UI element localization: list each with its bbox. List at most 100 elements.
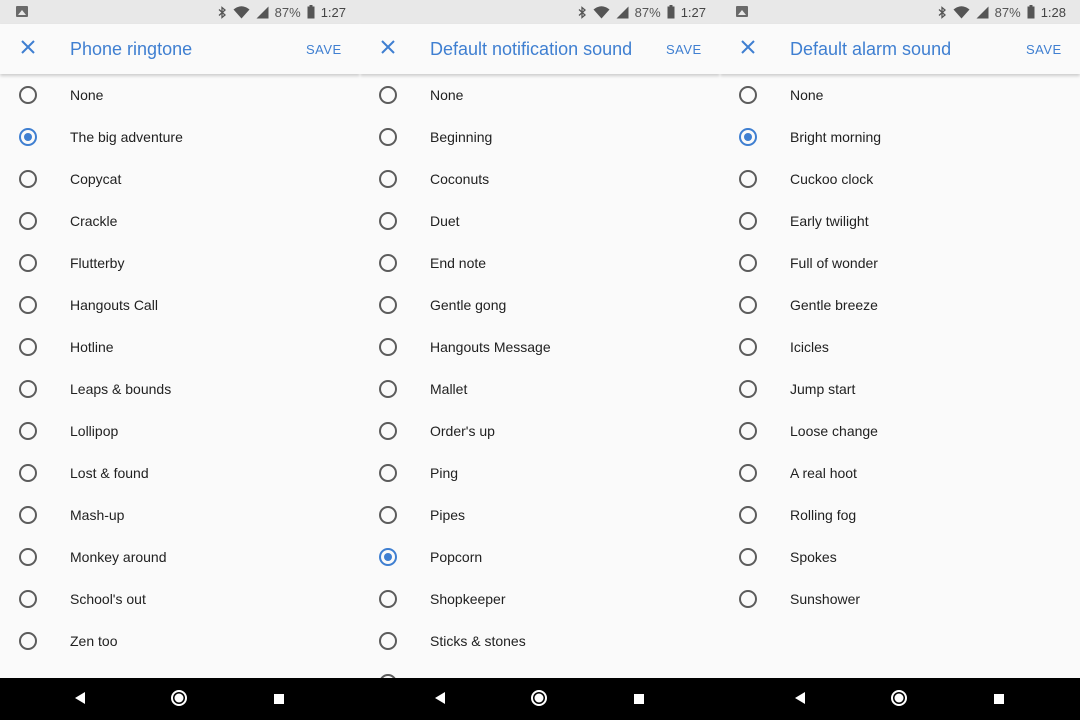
radio-button[interactable] bbox=[19, 506, 37, 524]
list-item[interactable]: Gentle gong bbox=[360, 284, 720, 326]
recents-icon[interactable] bbox=[994, 694, 1004, 704]
list-item[interactable]: Lollipop bbox=[0, 410, 360, 452]
list-item[interactable]: Duet bbox=[360, 200, 720, 242]
list-item[interactable]: Monkey around bbox=[0, 536, 360, 578]
radio-button[interactable] bbox=[19, 422, 37, 440]
radio-button[interactable] bbox=[19, 212, 37, 230]
list-item-label: Lost & found bbox=[70, 465, 149, 481]
list-item[interactable]: Flutterby bbox=[0, 242, 360, 284]
radio-button[interactable] bbox=[739, 254, 757, 272]
back-icon[interactable] bbox=[434, 691, 446, 710]
radio-button[interactable] bbox=[379, 338, 397, 356]
list-item[interactable]: Lost & found bbox=[0, 452, 360, 494]
list-item[interactable] bbox=[360, 662, 720, 678]
recents-icon[interactable] bbox=[634, 694, 644, 704]
list-item[interactable]: Early twilight bbox=[720, 200, 1080, 242]
list-item[interactable]: Copycat bbox=[0, 158, 360, 200]
radio-button[interactable] bbox=[19, 296, 37, 314]
radio-button[interactable] bbox=[19, 380, 37, 398]
radio-button[interactable] bbox=[739, 506, 757, 524]
radio-button-selected[interactable] bbox=[379, 548, 397, 566]
list-item[interactable]: Sunshower bbox=[720, 578, 1080, 620]
radio-button[interactable] bbox=[19, 338, 37, 356]
list-item[interactable]: Order's up bbox=[360, 410, 720, 452]
list-item[interactable]: Mallet bbox=[360, 368, 720, 410]
radio-button-selected[interactable] bbox=[19, 128, 37, 146]
list-item[interactable]: Jump start bbox=[720, 368, 1080, 410]
list-item[interactable]: Spokes bbox=[720, 536, 1080, 578]
save-button[interactable]: SAVE bbox=[1026, 42, 1080, 57]
list-item[interactable]: Hangouts Call bbox=[0, 284, 360, 326]
back-icon[interactable] bbox=[74, 691, 86, 710]
close-button[interactable] bbox=[0, 24, 56, 74]
radio-button[interactable] bbox=[379, 296, 397, 314]
back-icon[interactable] bbox=[794, 691, 806, 710]
radio-button[interactable] bbox=[739, 296, 757, 314]
radio-button[interactable] bbox=[739, 548, 757, 566]
list-item[interactable]: Coconuts bbox=[360, 158, 720, 200]
radio-button[interactable] bbox=[379, 380, 397, 398]
radio-button[interactable] bbox=[19, 632, 37, 650]
list-item[interactable]: None bbox=[0, 74, 360, 116]
list-item[interactable]: Leaps & bounds bbox=[0, 368, 360, 410]
radio-button[interactable] bbox=[19, 464, 37, 482]
radio-button[interactable] bbox=[19, 548, 37, 566]
list-item[interactable]: School's out bbox=[0, 578, 360, 620]
list-item[interactable]: Bright morning bbox=[720, 116, 1080, 158]
radio-button[interactable] bbox=[379, 128, 397, 146]
radio-button[interactable] bbox=[739, 422, 757, 440]
screen-2: 87% 1:27 Default notification sound SAVE Non… bbox=[360, 0, 720, 678]
radio-button[interactable] bbox=[379, 86, 397, 104]
save-button[interactable]: SAVE bbox=[666, 42, 720, 57]
radio-button[interactable] bbox=[379, 170, 397, 188]
radio-button[interactable] bbox=[19, 590, 37, 608]
list-item[interactable]: A real hoot bbox=[720, 452, 1080, 494]
radio-button[interactable] bbox=[379, 254, 397, 272]
home-icon[interactable] bbox=[530, 689, 548, 712]
list-item[interactable]: Hangouts Message bbox=[360, 326, 720, 368]
radio-button[interactable] bbox=[739, 86, 757, 104]
radio-button[interactable] bbox=[379, 632, 397, 650]
list-item[interactable]: Zen too bbox=[0, 620, 360, 662]
list-item[interactable]: Ping bbox=[360, 452, 720, 494]
list-item[interactable]: Rolling fog bbox=[720, 494, 1080, 536]
list-item[interactable]: None bbox=[720, 74, 1080, 116]
list-item[interactable]: None bbox=[360, 74, 720, 116]
radio-button[interactable] bbox=[379, 590, 397, 608]
list-item[interactable]: Sticks & stones bbox=[360, 620, 720, 662]
radio-button[interactable] bbox=[739, 464, 757, 482]
list-item[interactable]: Mash-up bbox=[0, 494, 360, 536]
radio-button[interactable] bbox=[379, 464, 397, 482]
radio-button[interactable] bbox=[19, 254, 37, 272]
close-button[interactable] bbox=[720, 24, 776, 74]
recents-icon[interactable] bbox=[274, 694, 284, 704]
radio-button[interactable] bbox=[379, 212, 397, 230]
list-item[interactable]: Pipes bbox=[360, 494, 720, 536]
list-item[interactable]: Crackle bbox=[0, 200, 360, 242]
list-item[interactable]: Full of wonder bbox=[720, 242, 1080, 284]
radio-button[interactable] bbox=[739, 338, 757, 356]
list-item[interactable]: The big adventure bbox=[0, 116, 360, 158]
radio-button[interactable] bbox=[19, 170, 37, 188]
radio-button[interactable] bbox=[379, 506, 397, 524]
radio-button[interactable] bbox=[739, 380, 757, 398]
list-item[interactable]: End note bbox=[360, 242, 720, 284]
list-item[interactable]: Popcorn bbox=[360, 536, 720, 578]
radio-button[interactable] bbox=[379, 422, 397, 440]
radio-button[interactable] bbox=[739, 212, 757, 230]
list-item[interactable]: Cuckoo clock bbox=[720, 158, 1080, 200]
list-item[interactable]: Beginning bbox=[360, 116, 720, 158]
home-icon[interactable] bbox=[170, 689, 188, 712]
list-item[interactable]: Shopkeeper bbox=[360, 578, 720, 620]
home-icon[interactable] bbox=[890, 689, 908, 712]
radio-button[interactable] bbox=[739, 170, 757, 188]
radio-button[interactable] bbox=[739, 590, 757, 608]
radio-button-selected[interactable] bbox=[739, 128, 757, 146]
close-button[interactable] bbox=[360, 24, 416, 74]
list-item[interactable]: Hotline bbox=[0, 326, 360, 368]
list-item[interactable]: Loose change bbox=[720, 410, 1080, 452]
list-item[interactable]: Icicles bbox=[720, 326, 1080, 368]
save-button[interactable]: SAVE bbox=[306, 42, 360, 57]
radio-button[interactable] bbox=[19, 86, 37, 104]
list-item[interactable]: Gentle breeze bbox=[720, 284, 1080, 326]
